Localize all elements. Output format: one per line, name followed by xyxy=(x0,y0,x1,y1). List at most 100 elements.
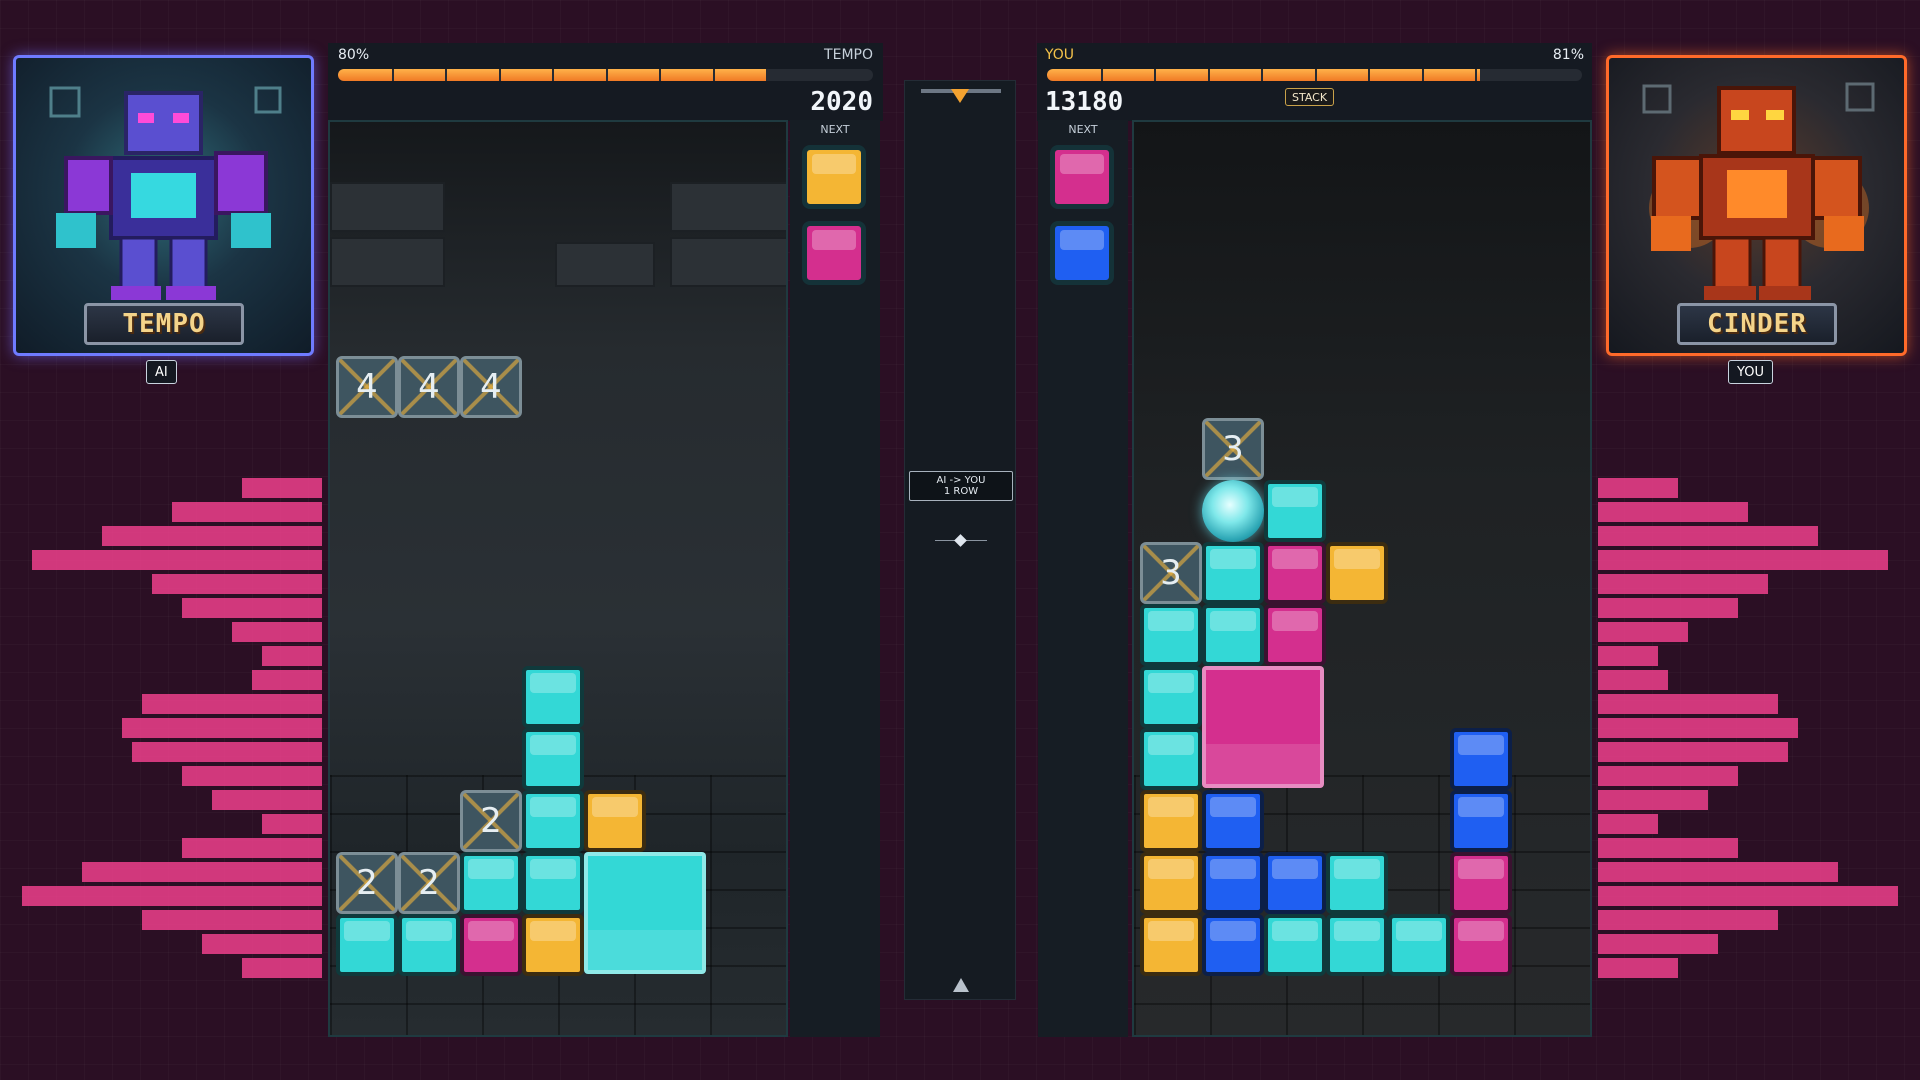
meter-segment xyxy=(1528,69,1531,81)
you-block-magenta xyxy=(1264,604,1326,666)
equalizer-bar xyxy=(262,646,322,666)
equalizer-bar xyxy=(1598,766,1738,786)
you-block-numbered: 3 xyxy=(1202,418,1264,480)
meter-segment xyxy=(1261,69,1263,81)
meter-segment xyxy=(498,69,501,81)
you-block-blue xyxy=(1264,852,1326,914)
you-meter-fill xyxy=(1047,69,1481,81)
you-score: 13180 xyxy=(1045,87,1124,117)
equalizer-bar xyxy=(202,934,322,954)
equalizer-bar xyxy=(212,790,322,810)
ai-tag: AI xyxy=(146,360,177,384)
equalizer-bar xyxy=(1598,646,1658,666)
you-block-cyan xyxy=(1140,666,1202,728)
you-block-magenta xyxy=(1264,542,1326,604)
ai-header-label: TEMPO xyxy=(824,47,873,63)
ai-block-cyan xyxy=(522,666,584,728)
ai-block-cyan xyxy=(522,728,584,790)
equalizer-bar xyxy=(132,742,322,762)
ai-meter xyxy=(338,69,873,81)
equalizer-bar xyxy=(1598,694,1778,714)
ai-block-numbered: 2 xyxy=(398,852,460,914)
equalizer-bar xyxy=(1598,742,1788,762)
equalizer-bar xyxy=(182,766,322,786)
you-block-cyan xyxy=(1326,914,1388,976)
meter-segment xyxy=(1421,69,1424,81)
equalizer-bar xyxy=(1598,838,1738,858)
equalizer-bar xyxy=(1598,574,1768,594)
equalizer-bar xyxy=(32,550,322,570)
meter-segment xyxy=(712,69,715,81)
meter-segment xyxy=(1475,69,1477,81)
meter-segment xyxy=(819,69,822,81)
attack-line-2: 1 ROW xyxy=(943,486,979,497)
equalizer-bar xyxy=(1598,478,1678,498)
meter-segment xyxy=(605,69,608,81)
meter-segment xyxy=(1100,69,1103,81)
equalizer-bar xyxy=(1598,934,1718,954)
you-block-cyan xyxy=(1140,604,1202,666)
you-header-label: YOU xyxy=(1045,47,1075,63)
ai-block-numbered: 4 xyxy=(336,356,398,418)
wall-block xyxy=(670,182,786,232)
ai-meter-percent: 80% xyxy=(338,47,370,63)
equalizer-bar xyxy=(1598,502,1748,522)
triangle-down-icon xyxy=(951,89,969,103)
equalizer-bar xyxy=(1598,886,1898,906)
you-block-yellow xyxy=(1326,542,1388,604)
you-block-blue xyxy=(1450,790,1512,852)
you-block-cyan xyxy=(1326,852,1388,914)
meter-segment xyxy=(391,69,394,81)
ai-next-column: NEXT xyxy=(790,120,880,1037)
ai-next-piece xyxy=(802,221,866,285)
you-block-cyan xyxy=(1140,728,1202,790)
ai-block-numbered: 2 xyxy=(460,790,522,852)
equalizer-bar xyxy=(242,478,322,498)
wall-block xyxy=(670,237,786,287)
equalizer-bar xyxy=(182,838,322,858)
meter-segment xyxy=(552,69,554,81)
meter-segment xyxy=(445,69,447,81)
equalizer-bar xyxy=(142,910,322,930)
you-meter xyxy=(1047,69,1582,81)
ai-block-magenta xyxy=(460,914,522,976)
equalizer-bar xyxy=(1598,526,1818,546)
ai-block-yellow xyxy=(584,790,646,852)
attack-indicator: AI -> YOU 1 ROW xyxy=(909,471,1013,501)
equalizer-bar xyxy=(252,670,322,690)
ai-block-cyan xyxy=(522,852,584,914)
ai-portrait: TEMPO xyxy=(13,55,314,356)
you-block-orb xyxy=(1202,480,1264,542)
you-block-cyan xyxy=(1264,914,1326,976)
you-block-blue xyxy=(1450,728,1512,790)
you-meter-percent: 81% xyxy=(1552,47,1584,63)
ai-block-numbered: 2 xyxy=(336,852,398,914)
you-next-column: NEXT xyxy=(1038,120,1128,1037)
you-next-label: NEXT xyxy=(1068,123,1098,136)
equalizer-bar xyxy=(142,694,322,714)
ai-block-cyan xyxy=(522,790,584,852)
you-next-piece xyxy=(1050,145,1114,209)
you-nameplate: CINDER xyxy=(1677,303,1837,345)
you-hud: YOU 81% 13180 STACK xyxy=(1037,43,1592,121)
you-block-cyan xyxy=(1264,480,1326,542)
equalizer-bar xyxy=(1598,814,1658,834)
equalizer-bar xyxy=(102,526,322,546)
meter-segment xyxy=(659,69,661,81)
equalizer-bar xyxy=(82,862,322,882)
equalizer-bar xyxy=(122,718,322,738)
ai-block-numbered: 4 xyxy=(398,356,460,418)
equalizer-bar xyxy=(1598,958,1678,978)
equalizer-bar xyxy=(1598,550,1888,570)
ai-hud: 80% TEMPO 2020 xyxy=(328,43,883,121)
equalizer-bar xyxy=(242,958,322,978)
you-block-yellow xyxy=(1140,914,1202,976)
wall-block xyxy=(330,182,445,232)
you-tag: YOU xyxy=(1728,360,1773,384)
you-block-yellow xyxy=(1140,852,1202,914)
equalizer-bar xyxy=(1598,598,1738,618)
ai-board: 444 222 xyxy=(328,120,788,1037)
meter-segment xyxy=(1314,69,1317,81)
you-large-block xyxy=(1202,666,1324,788)
you-block-magenta xyxy=(1450,914,1512,976)
